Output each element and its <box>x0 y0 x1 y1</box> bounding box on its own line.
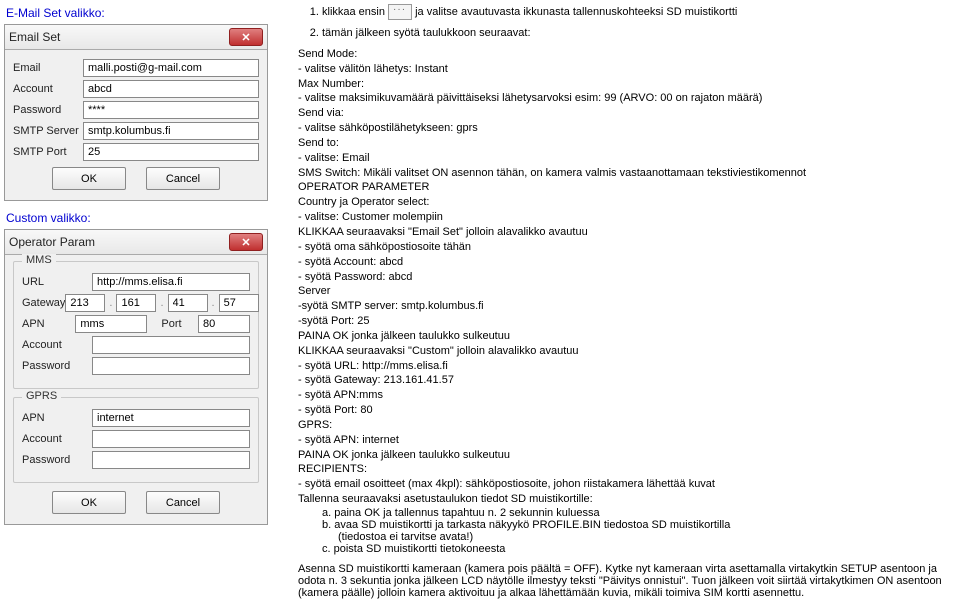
instruction-line: - syötä Password: abcd <box>298 270 952 285</box>
instruction-line: PAINA OK jonka jälkeen taulukko sulkeutu… <box>298 329 952 344</box>
gprs-password-label: Password <box>22 454 92 466</box>
email-label: Email <box>13 62 83 74</box>
instruction-line: Tallenna seuraavaksi asetustaulukon tied… <box>298 492 952 507</box>
email-set-heading: E-Mail Set valikko: <box>6 6 274 20</box>
smtp-server-label: SMTP Server <box>13 125 83 137</box>
instruction-line: - valitse: Customer molempiin <box>298 210 952 225</box>
cancel-button[interactable]: Cancel <box>146 167 220 190</box>
mms-port-label: Port <box>161 318 198 330</box>
mms-url-field[interactable] <box>92 273 250 291</box>
substep-c: c. poista SD muistikortti tietokoneesta <box>298 543 952 555</box>
password-label: Password <box>13 104 83 116</box>
instruction-line: -syötä Port: 25 <box>298 314 952 329</box>
instruction-line: GPRS: <box>298 418 952 433</box>
password-field[interactable] <box>83 101 259 119</box>
mms-password-label: Password <box>22 360 92 372</box>
gprs-password-field[interactable] <box>92 451 250 469</box>
mms-account-label: Account <box>22 339 92 351</box>
instruction-line: - syötä Gateway: 213.161.41.57 <box>298 373 952 388</box>
instruction-line: RECIPIENTS: <box>298 462 952 477</box>
smtp-server-field[interactable] <box>83 122 259 140</box>
instruction-line: - syötä URL: http://mms.elisa.fi <box>298 359 952 374</box>
instruction-line: Server <box>298 284 952 299</box>
operator-param-window: Operator Param ✕ MMS URL Gateway . . . <box>4 229 268 525</box>
mms-url-label: URL <box>22 276 92 288</box>
mms-account-field[interactable] <box>92 336 250 354</box>
substep-b: b. avaa SD muistikortti ja tarkasta näky… <box>298 519 952 531</box>
mms-gateway-label: Gateway <box>22 297 65 309</box>
instruction-line: - syötä Port: 80 <box>298 403 952 418</box>
cancel-button[interactable]: Cancel <box>146 491 220 514</box>
mms-apn-label: APN <box>22 318 75 330</box>
substep-a: a. paina OK ja tallennus tapahtuu n. 2 s… <box>298 507 952 519</box>
operator-param-title: Operator Param <box>9 235 95 249</box>
ok-button[interactable]: OK <box>52 167 126 190</box>
gateway-1-field[interactable] <box>65 294 105 312</box>
mms-password-field[interactable] <box>92 357 250 375</box>
browse-button-icon <box>388 4 412 20</box>
close-icon[interactable]: ✕ <box>229 233 263 251</box>
operator-param-titlebar[interactable]: Operator Param ✕ <box>5 230 267 255</box>
account-label: Account <box>13 83 83 95</box>
step1-text-b: ja valitse avautuvasta ikkunasta tallenn… <box>415 6 737 18</box>
dot-icon: . <box>212 297 215 309</box>
instruction-step-1: klikkaa ensin ja valitse avautuvasta ikk… <box>322 4 952 20</box>
email-set-window: Email Set ✕ Email Account Password SMTP … <box>4 24 268 201</box>
instruction-line: Send to: <box>298 136 952 151</box>
smtp-port-label: SMTP Port <box>13 146 83 158</box>
instruction-line: - syötä oma sähköpostiosoite tähän <box>298 240 952 255</box>
instruction-line: - valitse sähköpostilähetykseen: gprs <box>298 121 952 136</box>
dot-icon: . <box>160 297 163 309</box>
gprs-legend: GPRS <box>22 390 61 402</box>
instructions-panel: klikkaa ensin ja valitse avautuvasta ikk… <box>298 4 952 599</box>
instruction-line: - valitse: Email <box>298 151 952 166</box>
mms-legend: MMS <box>22 254 56 266</box>
instruction-line: Send Mode: <box>298 47 952 62</box>
footer-paragraph: Asenna SD muistikortti kameraan (kamera … <box>298 563 952 599</box>
email-set-title: Email Set <box>9 30 60 44</box>
instruction-line: Country ja Operator select: <box>298 195 952 210</box>
instruction-line: - valitse välitön lähetys: Instant <box>298 62 952 77</box>
instruction-line: - syötä APN:mms <box>298 388 952 403</box>
instruction-line: PAINA OK jonka jälkeen taulukko sulkeutu… <box>298 448 952 463</box>
instruction-line: - syötä APN: internet <box>298 433 952 448</box>
gprs-account-label: Account <box>22 433 92 445</box>
instruction-line: Max Number: <box>298 77 952 92</box>
instruction-line: KLIKKAA seuraavaksi "Email Set" jolloin … <box>298 225 952 240</box>
mms-port-field[interactable] <box>198 315 250 333</box>
gprs-group: GPRS APN Account Password <box>13 397 259 483</box>
custom-heading: Custom valikko: <box>6 211 274 225</box>
substep-b-note: (tiedostoa ei tarvitse avata!) <box>298 531 952 543</box>
gprs-account-field[interactable] <box>92 430 250 448</box>
gateway-4-field[interactable] <box>219 294 259 312</box>
instruction-line: SMS Switch: Mikäli valitset ON asennon t… <box>298 166 952 181</box>
email-set-titlebar[interactable]: Email Set ✕ <box>5 25 267 50</box>
dot-icon: . <box>109 297 112 309</box>
instruction-step-2: tämän jälkeen syötä taulukkoon seuraavat… <box>322 26 952 41</box>
instruction-line: KLIKKAA seuraavaksi "Custom" jolloin ala… <box>298 344 952 359</box>
gateway-3-field[interactable] <box>168 294 208 312</box>
mms-apn-field[interactable] <box>75 315 147 333</box>
smtp-port-field[interactable] <box>83 143 259 161</box>
gateway-2-field[interactable] <box>116 294 156 312</box>
instruction-line: - syötä email osoitteet (max 4kpl): sähk… <box>298 477 952 492</box>
email-field[interactable] <box>83 59 259 77</box>
instruction-line: - valitse maksimikuvamäärä päivittäiseks… <box>298 91 952 106</box>
instruction-line: - syötä Account: abcd <box>298 255 952 270</box>
ok-button[interactable]: OK <box>52 491 126 514</box>
gprs-apn-field[interactable] <box>92 409 250 427</box>
instruction-line: Send via: <box>298 106 952 121</box>
account-field[interactable] <box>83 80 259 98</box>
close-icon[interactable]: ✕ <box>229 28 263 46</box>
step1-text-a: klikkaa ensin <box>322 6 388 18</box>
gprs-apn-label: APN <box>22 412 92 424</box>
mms-group: MMS URL Gateway . . . APN Port <box>13 261 259 389</box>
instruction-line: OPERATOR PARAMETER <box>298 180 952 195</box>
instruction-line: -syötä SMTP server: smtp.kolumbus.fi <box>298 299 952 314</box>
